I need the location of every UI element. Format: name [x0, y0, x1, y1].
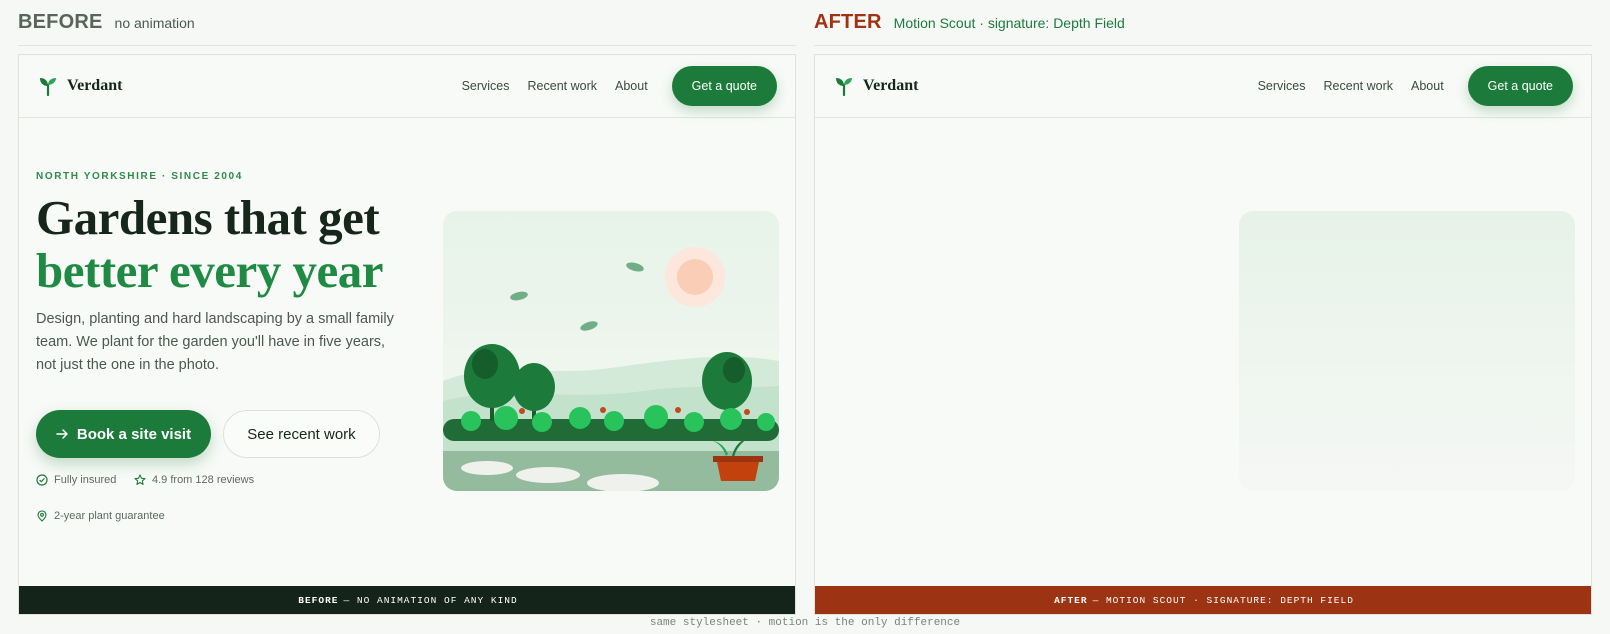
headline-line-2: better every year — [36, 243, 384, 298]
nav-link-about-after[interactable]: About — [1411, 79, 1444, 93]
trust-guarantee-label: 2-year plant guarantee — [54, 510, 165, 522]
before-label: BEFORE — [18, 11, 103, 33]
nav-link-recent-work[interactable]: Recent work — [528, 79, 597, 93]
after-header: AFTER Motion Scout · signature: Depth Fi… — [814, 0, 1592, 46]
after-label: AFTER — [814, 11, 882, 33]
check-circle-icon — [36, 474, 48, 486]
after-preview-frame: Verdant Services Recent work About Get a… — [814, 54, 1592, 615]
after-column: AFTER Motion Scout · signature: Depth Fi… — [814, 0, 1592, 615]
star-icon — [134, 474, 146, 485]
hero-lede: Design, planting and hard landscaping by… — [36, 311, 394, 373]
before-subtitle: no animation — [114, 14, 195, 31]
after-footer-label: AFTER — [1054, 594, 1088, 606]
nav-link-services-after[interactable]: Services — [1258, 79, 1306, 93]
nav-link-services[interactable]: Services — [462, 79, 510, 93]
location-pin-icon — [37, 510, 47, 522]
garden-illustration — [443, 211, 779, 491]
site-nav: Verdant Services Recent work About Get a… — [19, 55, 795, 118]
book-site-visit-label: Book a site visit — [76, 425, 192, 443]
before-footer-bar: BEFORE — NO ANIMATION OF ANY KIND — [19, 586, 795, 614]
trust-item-insured: Fully insured — [36, 474, 116, 486]
book-site-visit-button[interactable]: Book a site visit — [36, 410, 211, 458]
before-header: BEFORE no animation — [18, 0, 796, 46]
trust-reviews-label: 4.9 from 128 reviews — [152, 474, 255, 486]
nav-links: Services Recent work About — [462, 79, 648, 93]
brand-after[interactable]: Verdant — [835, 76, 918, 96]
nav-link-about[interactable]: About — [615, 79, 648, 93]
get-quote-button[interactable]: Get a quote — [671, 66, 777, 106]
site-nav-after: Verdant Services Recent work About Get a… — [815, 55, 1591, 118]
brand-name-after: Verdant — [863, 77, 919, 94]
hero-headline: Gardens that get better every year — [36, 191, 436, 297]
trust-insured-label: Fully insured — [54, 474, 117, 486]
get-quote-button-after[interactable]: Get a quote — [1467, 66, 1573, 106]
nav-links-after: Services Recent work About — [1258, 79, 1444, 93]
before-preview-frame: Verdant Services Recent work About Get a… — [18, 54, 796, 615]
before-footer-text: — NO ANIMATION OF ANY KIND — [343, 594, 518, 606]
eyebrow: NORTH YORKSHIRE · SINCE 2004 — [36, 171, 243, 182]
after-footer-bar: AFTER — MOTION SCOUT · SIGNATURE: DEPTH … — [815, 586, 1591, 614]
see-recent-work-button[interactable]: See recent work — [223, 410, 380, 458]
after-footer-text: — MOTION SCOUT · SIGNATURE: DEPTH FIELD — [1092, 594, 1354, 606]
before-column: BEFORE no animation Verdant Services Rec… — [18, 0, 796, 615]
trust-item-reviews: 4.9 from 128 reviews — [134, 474, 254, 486]
brand[interactable]: Verdant — [39, 76, 122, 96]
brand-name: Verdant — [67, 77, 123, 94]
garden-illustration-placeholder — [1239, 211, 1575, 491]
sprout-icon — [836, 78, 852, 96]
nav-link-recent-work-after[interactable]: Recent work — [1324, 79, 1393, 93]
bottom-caption: same stylesheet · motion is the only dif… — [649, 617, 961, 629]
headline-line-1: Gardens that get — [36, 190, 380, 245]
before-footer-label: BEFORE — [298, 594, 339, 606]
after-subtitle: Motion Scout · signature: Depth Field — [893, 14, 1125, 31]
trust-item-guarantee: 2-year plant guarantee — [36, 510, 165, 522]
sprout-icon — [40, 78, 56, 96]
arrow-right-icon — [56, 429, 68, 439]
